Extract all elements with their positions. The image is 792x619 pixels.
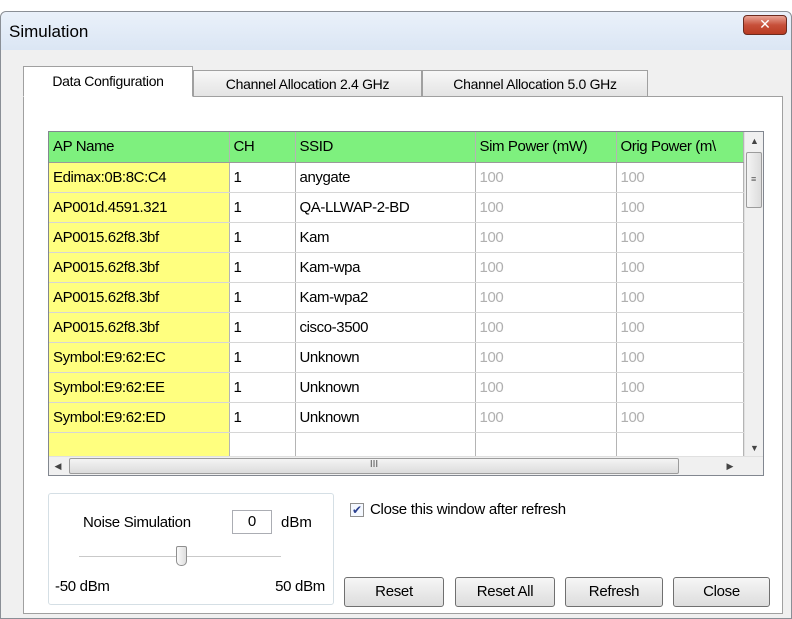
orig-power-cell[interactable]: 100	[616, 192, 744, 223]
scroll-right-arrow-icon[interactable]: ▶	[721, 457, 739, 475]
orig-power-cell[interactable]: 100	[616, 372, 744, 403]
grip-icon: III	[369, 459, 379, 470]
scroll-down-arrow-icon[interactable]: ▼	[745, 439, 763, 457]
table-row[interactable]: AP001d.4591.321 1 QA-LLWAP-2-BD 100 100	[49, 192, 744, 223]
ch-cell[interactable]: 1	[229, 372, 296, 403]
reset-all-button[interactable]: Reset All	[455, 577, 555, 607]
sim-power-cell[interactable]: 100	[475, 402, 617, 433]
sim-power-cell[interactable]: 100	[475, 222, 617, 253]
ap-name-cell[interactable]: Edimax:0B:8C:C4	[49, 162, 230, 193]
ssid-cell[interactable]: Unknown	[295, 372, 476, 403]
close-icon: ✕	[759, 17, 771, 33]
ssid-cell[interactable]: Kam	[295, 222, 476, 253]
table-row[interactable]: AP0015.62f8.3bf 1 Kam-wpa2 100 100	[49, 282, 744, 313]
noise-simulation-group: Noise Simulation 0 dBm -50 dBm 50 dBm	[48, 493, 334, 605]
tab-channel-allocation-50[interactable]: Channel Allocation 5.0 GHz	[422, 70, 648, 96]
noise-unit-label: dBm	[281, 514, 312, 531]
table-row[interactable]: AP0015.62f8.3bf 1 cisco-3500 100 100	[49, 312, 744, 343]
ap-name-cell[interactable]: AP0015.62f8.3bf	[49, 252, 230, 283]
tab-data-configuration[interactable]: Data Configuration	[23, 66, 193, 97]
ap-name-cell[interactable]: AP0015.62f8.3bf	[49, 312, 230, 343]
ch-cell[interactable]: 1	[229, 162, 296, 193]
sim-power-cell[interactable]: 100	[475, 342, 617, 373]
table-row[interactable]: Edimax:0B:8C:C4 1 anygate 100 100	[49, 162, 744, 193]
ch-cell[interactable]: 1	[229, 252, 296, 283]
close-button[interactable]: Close	[673, 577, 770, 607]
slider-min-label: -50 dBm	[55, 578, 110, 595]
orig-power-cell[interactable]: 100	[616, 342, 744, 373]
ap-name-cell[interactable]: Symbol:E9:62:EC	[49, 342, 230, 373]
column-header-ch[interactable]: CH	[229, 132, 296, 163]
column-header-sim-power[interactable]: Sim Power (mW)	[475, 132, 617, 163]
ssid-cell[interactable]: QA-LLWAP-2-BD	[295, 192, 476, 223]
orig-power-cell[interactable]: 100	[616, 402, 744, 433]
column-header-ap-name[interactable]: AP Name	[49, 132, 230, 163]
table-row[interactable]: AP0015.62f8.3bf 1 Kam-wpa 100 100	[49, 252, 744, 283]
noise-simulation-label: Noise Simulation	[83, 514, 191, 531]
grip-icon: ≡	[751, 174, 757, 184]
close-after-refresh-checkbox[interactable]: ✔	[350, 502, 364, 517]
orig-power-cell[interactable]: 100	[616, 162, 744, 193]
tab-strip: Data Configuration Channel Allocation 2.…	[23, 66, 783, 97]
ch-cell[interactable]: 1	[229, 192, 296, 223]
ap-name-cell[interactable]: AP0015.62f8.3bf	[49, 222, 230, 253]
ch-cell[interactable]: 1	[229, 342, 296, 373]
window-title: Simulation	[9, 22, 89, 41]
table-row[interactable]: Symbol:E9:62:ED 1 Unknown 100 100	[49, 402, 744, 433]
ssid-cell[interactable]: Kam-wpa2	[295, 282, 476, 313]
close-after-refresh-label[interactable]: Close this window after refresh	[370, 501, 566, 518]
horizontal-scrollbar[interactable]: ◀ III ▶	[49, 456, 763, 475]
sim-power-cell[interactable]: 100	[475, 312, 617, 343]
scroll-left-arrow-icon[interactable]: ◀	[49, 457, 67, 475]
table-row[interactable]: Symbol:E9:62:EC 1 Unknown 100 100	[49, 342, 744, 373]
ssid-cell[interactable]: Unknown	[295, 342, 476, 373]
scroll-up-arrow-icon[interactable]: ▲	[745, 132, 763, 150]
ch-cell[interactable]: 1	[229, 402, 296, 433]
noise-slider-thumb[interactable]	[175, 546, 187, 566]
simulation-window: Simulation ✕ Data Configuration Channel …	[0, 11, 792, 619]
column-header-ssid[interactable]: SSID	[295, 132, 476, 163]
ap-name-cell[interactable]: AP0015.62f8.3bf	[49, 282, 230, 313]
reset-button[interactable]: Reset	[344, 577, 444, 607]
data-configuration-panel: AP Name CH SSID Sim Power (mW) Orig Powe…	[23, 96, 783, 614]
ssid-cell[interactable]: cisco-3500	[295, 312, 476, 343]
window-close-button[interactable]: ✕	[743, 15, 787, 35]
ap-data-grid[interactable]: AP Name CH SSID Sim Power (mW) Orig Powe…	[48, 131, 764, 476]
ch-cell[interactable]: 1	[229, 312, 296, 343]
title-bar: Simulation ✕	[1, 12, 791, 50]
ssid-cell[interactable]: anygate	[295, 162, 476, 193]
ap-name-cell[interactable]: AP001d.4591.321	[49, 192, 230, 223]
horizontal-scroll-thumb[interactable]: III	[69, 458, 679, 474]
sim-power-cell[interactable]: 100	[475, 282, 617, 313]
orig-power-cell[interactable]: 100	[616, 252, 744, 283]
tab-channel-allocation-24[interactable]: Channel Allocation 2.4 GHz	[193, 70, 422, 96]
sim-power-cell[interactable]: 100	[475, 192, 617, 223]
ap-name-cell[interactable]: Symbol:E9:62:EE	[49, 372, 230, 403]
column-header-orig-power[interactable]: Orig Power (m\	[616, 132, 744, 163]
sim-power-cell[interactable]: 100	[475, 162, 617, 193]
refresh-button[interactable]: Refresh	[565, 577, 663, 607]
vertical-scroll-thumb[interactable]: ≡	[746, 152, 762, 208]
ch-cell[interactable]: 1	[229, 222, 296, 253]
ch-cell[interactable]: 1	[229, 282, 296, 313]
table-header-row: AP Name CH SSID Sim Power (mW) Orig Powe…	[49, 132, 744, 163]
ssid-cell[interactable]: Unknown	[295, 402, 476, 433]
vertical-scrollbar[interactable]: ▲ ≡ ▼	[744, 132, 763, 457]
sim-power-cell[interactable]: 100	[475, 252, 617, 283]
orig-power-cell[interactable]: 100	[616, 312, 744, 343]
close-after-refresh-option[interactable]: ✔ Close this window after refresh	[350, 501, 566, 518]
table-row[interactable]: AP0015.62f8.3bf 1 Kam 100 100	[49, 222, 744, 253]
checkmark-icon: ✔	[351, 502, 363, 517]
ap-table: AP Name CH SSID Sim Power (mW) Orig Powe…	[49, 132, 744, 463]
orig-power-cell[interactable]: 100	[616, 282, 744, 313]
orig-power-cell[interactable]: 100	[616, 222, 744, 253]
ssid-cell[interactable]: Kam-wpa	[295, 252, 476, 283]
noise-value-input[interactable]: 0	[232, 510, 272, 534]
table-row[interactable]: Symbol:E9:62:EE 1 Unknown 100 100	[49, 372, 744, 403]
ap-name-cell[interactable]: Symbol:E9:62:ED	[49, 402, 230, 433]
slider-max-label: 50 dBm	[275, 578, 325, 595]
sim-power-cell[interactable]: 100	[475, 372, 617, 403]
